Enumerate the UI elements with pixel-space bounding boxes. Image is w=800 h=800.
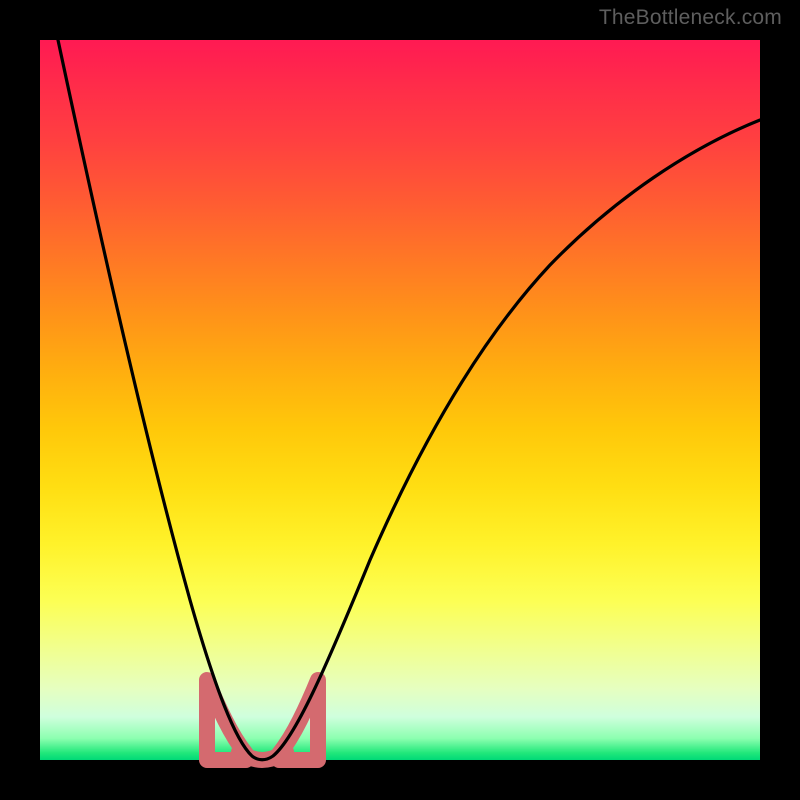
curve-line xyxy=(58,40,760,760)
chart-frame: TheBottleneck.com xyxy=(0,0,800,800)
watermark-text: TheBottleneck.com xyxy=(599,6,782,30)
bottleneck-curve xyxy=(40,40,760,760)
plot-area xyxy=(40,40,760,760)
